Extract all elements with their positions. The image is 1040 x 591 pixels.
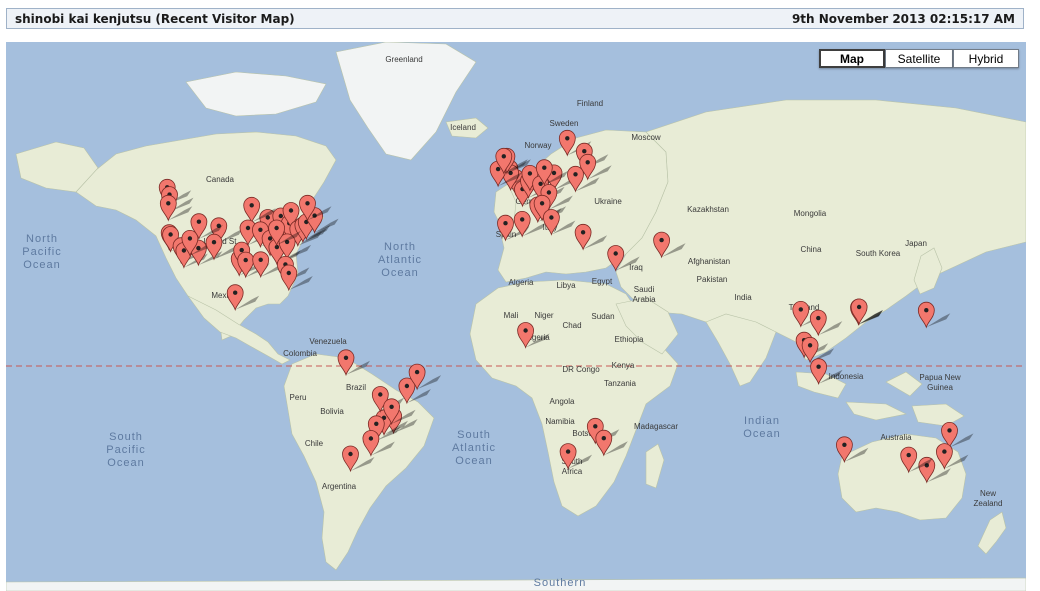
map-label-kazakhstan: Kazakhstan: [687, 205, 729, 214]
map-label-bolivia: Bolivia: [320, 407, 344, 416]
map-label-south-korea: South Korea: [856, 249, 901, 258]
map-label-colombia: Colombia: [283, 349, 317, 358]
map-label-sudan: Sudan: [591, 312, 614, 321]
map-label-indian-ocean: Indian Ocean: [743, 415, 780, 440]
map-label-afghanistan: Afghanistan: [688, 257, 730, 266]
map-label-australia: Australia: [880, 433, 912, 442]
title-bar: shinobi kai kenjutsu (Recent Visitor Map…: [6, 8, 1024, 29]
map-label-angola: Angola: [550, 397, 575, 406]
map-label-algeria: Algeria: [509, 278, 534, 287]
timestamp: 9th November 2013 02:15:17 AM: [791, 11, 1015, 26]
map-type-map-button[interactable]: Map: [819, 49, 885, 68]
map-label-chile: Chile: [305, 439, 324, 448]
map-label-north-atlantic-ocean: North Atlantic Ocean: [378, 241, 422, 279]
map-label-china: China: [801, 245, 822, 254]
map-label-south-pacific-ocean: South Pacific Ocean: [106, 431, 145, 469]
map-label-moscow: Moscow: [631, 133, 661, 142]
map-label-india: India: [734, 293, 752, 302]
map-label-pakistan: Pakistan: [697, 275, 728, 284]
map-label-north-pacific-ocean: North Pacific Ocean: [22, 233, 61, 271]
map-label-sweden: Sweden: [550, 119, 579, 128]
map-label-argentina: Argentina: [322, 482, 357, 491]
map-canvas[interactable]: Greenland Iceland Finland Sweden Norway Mosco…: [6, 42, 1026, 591]
map-label-canada: Canada: [206, 175, 235, 184]
map-label-mali: Mali: [504, 311, 519, 320]
map-label-iraq: Iraq: [629, 263, 643, 272]
map-label-dr-congo: DR Congo: [562, 365, 600, 374]
map-label-saudi-arabia: Saudi Arabia: [632, 285, 656, 304]
map-label-peru: Peru: [290, 393, 307, 402]
map-label-japan: Japan: [905, 239, 927, 248]
map-label-kenya: Kenya: [612, 361, 635, 370]
map-label-southern: Southern: [534, 577, 587, 589]
map-type-hybrid-button[interactable]: Hybrid: [953, 49, 1019, 68]
map-label-tanzania: Tanzania: [604, 379, 637, 388]
map-label-mongolia: Mongolia: [794, 209, 827, 218]
world-map[interactable]: Greenland Iceland Finland Sweden Norway Mosco…: [6, 42, 1026, 591]
map-label-finland: Finland: [577, 99, 603, 108]
map-label-libya: Libya: [556, 281, 576, 290]
map-label-brazil: Brazil: [346, 383, 366, 392]
map-label-south-atlantic-ocean: South Atlantic Ocean: [452, 429, 496, 467]
map-label-ethiopia: Ethiopia: [615, 335, 644, 344]
map-type-satellite-button[interactable]: Satellite: [885, 49, 953, 68]
map-label-greenland: Greenland: [385, 55, 422, 64]
map-label-norway: Norway: [524, 141, 551, 150]
page-title: shinobi kai kenjutsu (Recent Visitor Map…: [15, 11, 295, 26]
map-label-egypt: Egypt: [592, 277, 613, 286]
map-label-iceland: Iceland: [450, 123, 476, 132]
map-label-namibia: Namibia: [545, 417, 575, 426]
map-label-ukraine: Ukraine: [594, 197, 622, 206]
map-label-madagascar: Madagascar: [634, 422, 678, 431]
map-label-niger: Niger: [534, 311, 553, 320]
map-label-chad: Chad: [562, 321, 581, 330]
map-label-venezuela: Venezuela: [309, 337, 347, 346]
